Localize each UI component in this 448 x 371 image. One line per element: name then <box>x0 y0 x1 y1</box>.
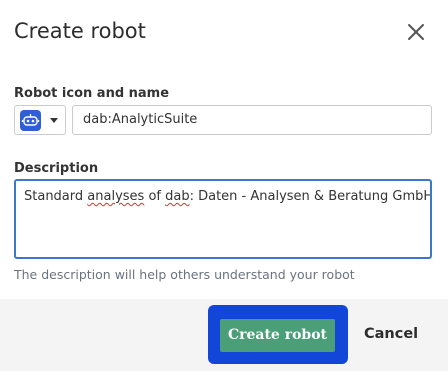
create-robot-dialog: Create robot Robot icon and name dab:Ana… <box>0 0 448 371</box>
spellcheck-word: analyses <box>87 189 145 204</box>
robot-icon <box>20 110 41 131</box>
description-text-part: of <box>144 189 166 204</box>
description-label: Description <box>14 161 99 176</box>
description-text-part: : Daten - Analysen & Beratung GmbH. <box>189 189 432 204</box>
create-robot-button[interactable]: Create robot <box>220 319 335 352</box>
description-textarea[interactable]: Standard analyses of dab: Daten - Analys… <box>14 179 432 259</box>
cancel-button[interactable]: Cancel <box>364 326 418 342</box>
spellcheck-word: dab <box>165 189 190 204</box>
close-icon <box>404 20 428 44</box>
close-button[interactable] <box>404 20 428 44</box>
description-help-text: The description will help others underst… <box>14 267 355 282</box>
description-text-part: Standard <box>24 189 88 204</box>
robot-icon-picker[interactable] <box>14 105 66 135</box>
robot-icon-name-label: Robot icon and name <box>14 86 170 101</box>
robot-name-input[interactable]: dab:AnalyticSuite <box>72 105 432 135</box>
chevron-down-icon <box>50 118 58 123</box>
dialog-title: Create robot <box>14 19 146 43</box>
